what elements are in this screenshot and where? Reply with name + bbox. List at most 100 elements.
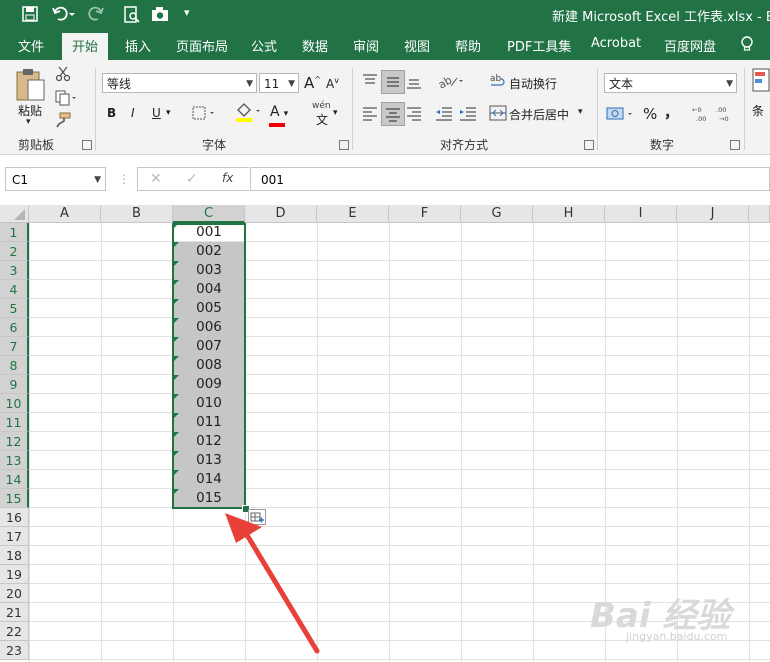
font-color-button[interactable]: A ▾	[269, 104, 288, 127]
tab-data[interactable]: 数据	[302, 36, 328, 55]
wrap-text-icon[interactable]: ab	[489, 72, 507, 93]
row-header-13[interactable]: 13	[0, 451, 29, 470]
tab-help[interactable]: 帮助	[455, 36, 481, 55]
column-header-g[interactable]: G	[461, 205, 533, 223]
increase-decimal-icon[interactable]: ←0.00	[692, 105, 712, 126]
enter-icon[interactable]: ✓	[186, 171, 198, 187]
fill-color-icon[interactable]	[235, 102, 263, 125]
row-header-4[interactable]: 4	[0, 280, 29, 299]
name-box[interactable]: C1 ▼	[5, 167, 106, 191]
tab-baidu-netdisk[interactable]: 百度网盘	[664, 36, 716, 55]
cell-c7[interactable]: 007	[173, 337, 245, 356]
align-middle-icon[interactable]	[381, 70, 405, 94]
underline-button[interactable]: U	[152, 106, 161, 120]
cell-c4[interactable]: 004	[173, 280, 245, 299]
undo-icon[interactable]	[52, 6, 76, 24]
align-center-icon[interactable]	[381, 102, 405, 126]
underline-dropdown-icon[interactable]: ▾	[166, 108, 171, 118]
align-bottom-icon[interactable]	[405, 72, 423, 93]
row-header-12[interactable]: 12	[0, 432, 29, 451]
row-header-5[interactable]: 5	[0, 299, 29, 318]
cut-icon[interactable]	[55, 66, 71, 85]
cell-c9[interactable]: 009	[173, 375, 245, 394]
tab-formulas[interactable]: 公式	[251, 36, 277, 55]
wrap-text-button[interactable]: 自动换行	[509, 75, 557, 92]
row-header-1[interactable]: 1	[0, 223, 29, 242]
column-header-c[interactable]: C	[173, 205, 245, 223]
grow-font-button[interactable]: A^	[304, 74, 321, 92]
tab-view[interactable]: 视图	[404, 36, 430, 55]
row-header-6[interactable]: 6	[0, 318, 29, 337]
comma-button[interactable]: ，	[664, 101, 679, 122]
font-launcher-icon[interactable]	[339, 140, 349, 150]
row-header-22[interactable]: 22	[0, 622, 29, 641]
paste-dropdown-icon[interactable]: ▾	[26, 117, 31, 127]
column-header-b[interactable]: B	[101, 205, 173, 223]
column-header-j[interactable]: J	[677, 205, 749, 223]
number-launcher-icon[interactable]	[730, 140, 740, 150]
merge-center-icon[interactable]	[489, 104, 507, 125]
formula-input[interactable]: 001	[250, 167, 770, 191]
cell-c13[interactable]: 013	[173, 451, 245, 470]
row-header-18[interactable]: 18	[0, 546, 29, 565]
italic-button[interactable]: I	[131, 106, 135, 120]
font-name-combo[interactable]: 等线 ▼	[102, 73, 257, 93]
conditional-format-button[interactable]: 条	[752, 102, 764, 119]
font-size-combo[interactable]: 11 ▼	[259, 73, 299, 93]
cell-c11[interactable]: 011	[173, 413, 245, 432]
chevron-down-icon[interactable]: ▼	[94, 168, 101, 192]
cell-c15[interactable]: 015	[173, 489, 245, 508]
row-header-11[interactable]: 11	[0, 413, 29, 432]
quick-analysis-icon[interactable]	[248, 509, 266, 525]
column-header-h[interactable]: H	[533, 205, 605, 223]
tab-home[interactable]: 开始	[62, 33, 109, 60]
select-all-corner[interactable]	[0, 205, 29, 223]
row-header-20[interactable]: 20	[0, 584, 29, 603]
paste-icon[interactable]	[14, 68, 46, 105]
cell-c3[interactable]: 003	[173, 261, 245, 280]
accounting-format-icon[interactable]	[606, 105, 636, 126]
tab-insert[interactable]: 插入	[125, 36, 151, 55]
cell-c1[interactable]: 001	[173, 223, 245, 242]
row-header-3[interactable]: 3	[0, 261, 29, 280]
row-header-7[interactable]: 7	[0, 337, 29, 356]
cell-c14[interactable]: 014	[173, 470, 245, 489]
border-icon[interactable]	[192, 106, 218, 123]
align-right-icon[interactable]	[405, 104, 423, 125]
clipboard-launcher-icon[interactable]	[82, 140, 92, 150]
cell-c8[interactable]: 008	[173, 356, 245, 375]
alignment-launcher-icon[interactable]	[584, 140, 594, 150]
cell-c10[interactable]: 010	[173, 394, 245, 413]
conditional-format-icon[interactable]	[752, 68, 770, 97]
tab-file[interactable]: 文件	[18, 36, 44, 55]
row-header-19[interactable]: 19	[0, 565, 29, 584]
merge-dropdown-icon[interactable]: ▾	[578, 107, 583, 117]
print-preview-icon[interactable]	[124, 6, 140, 24]
row-header-15[interactable]: 15	[0, 489, 29, 508]
shrink-font-button[interactable]: Av	[326, 76, 339, 91]
save-icon[interactable]	[22, 6, 38, 24]
number-format-combo[interactable]: 文本 ▼	[604, 73, 737, 93]
row-header-8[interactable]: 8	[0, 356, 29, 375]
cell-c5[interactable]: 005	[173, 299, 245, 318]
align-top-icon[interactable]	[361, 72, 379, 93]
merge-center-button[interactable]: 合并后居中	[509, 106, 569, 123]
tab-page-layout[interactable]: 页面布局	[176, 36, 228, 55]
align-left-icon[interactable]	[361, 104, 379, 125]
lightbulb-icon[interactable]	[740, 36, 754, 56]
row-header-14[interactable]: 14	[0, 470, 29, 489]
phonetic-button[interactable]: wén	[312, 101, 331, 111]
format-painter-icon[interactable]	[55, 112, 71, 131]
insert-function-button[interactable]: fx	[222, 171, 233, 185]
column-header-e[interactable]: E	[317, 205, 389, 223]
cell-c2[interactable]: 002	[173, 242, 245, 261]
customize-quick-access-icon[interactable]: ▾	[184, 6, 190, 24]
decrease-decimal-icon[interactable]: .00 →0	[716, 105, 736, 126]
tab-review[interactable]: 审阅	[353, 36, 379, 55]
column-header-i[interactable]: I	[605, 205, 677, 223]
bold-button[interactable]: B	[107, 106, 116, 120]
row-header-10[interactable]: 10	[0, 394, 29, 413]
tab-acrobat[interactable]: Acrobat	[591, 36, 641, 51]
camera-icon[interactable]	[151, 6, 169, 24]
row-header-2[interactable]: 2	[0, 242, 29, 261]
